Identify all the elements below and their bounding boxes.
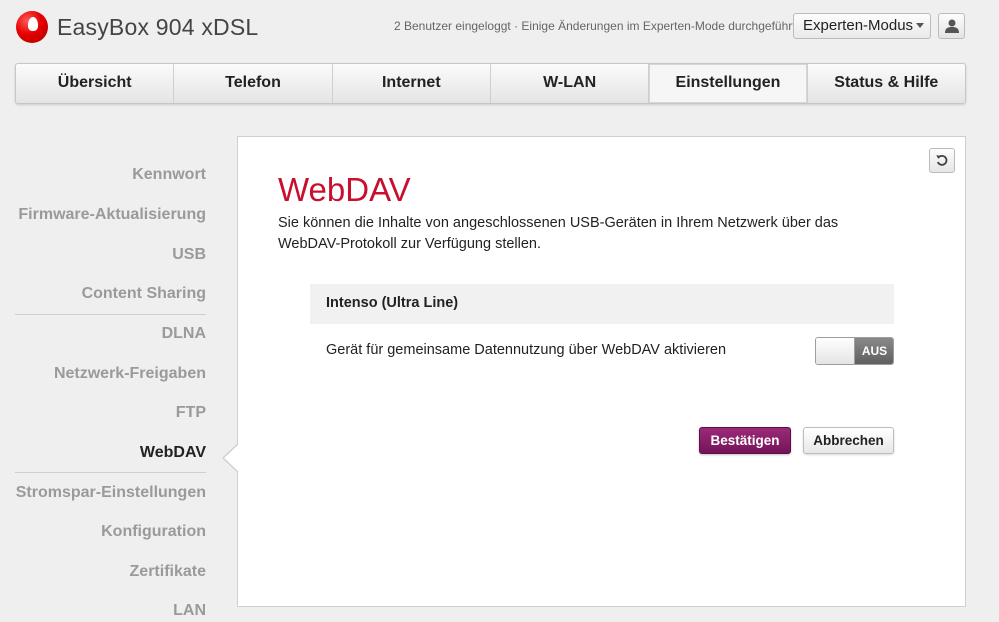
cancel-button[interactable]: Abbrechen (803, 427, 894, 454)
chevron-down-icon (916, 23, 924, 28)
user-icon (945, 19, 959, 33)
tab-uebersicht[interactable]: Übersicht (16, 64, 175, 103)
sidebar-item-lan[interactable]: LAN (173, 602, 206, 620)
sidebar-item-firmware[interactable]: Firmware-Aktualisierung (18, 206, 206, 224)
reset-button[interactable] (929, 148, 955, 173)
page-title: WebDAV (278, 171, 411, 208)
undo-icon (936, 154, 948, 166)
tab-telefon[interactable]: Telefon (174, 64, 333, 103)
sidebar-item-content-sharing[interactable]: Content Sharing (82, 285, 206, 303)
webdav-toggle[interactable]: AUS (815, 337, 894, 365)
confirm-button[interactable]: Bestätigen (699, 427, 791, 454)
sidebar-item-stromspar[interactable]: Stromspar-Einstellungen (16, 484, 206, 502)
sidebar-item-zertifikate[interactable]: Zertifikate (130, 563, 206, 581)
sidebar-item-netzwerk-freigaben[interactable]: Netzwerk-Freigaben (54, 365, 206, 383)
tab-einstellungen[interactable]: Einstellungen (649, 64, 808, 103)
content-panel: WebDAV Sie können die Inhalte von angesc… (237, 136, 966, 607)
login-status-text: 2 Benutzer eingeloggt · Einige Änderunge… (394, 19, 796, 33)
sidebar-item-usb[interactable]: USB (172, 246, 206, 264)
page-description: Sie können die Inhalte von angeschlossen… (278, 215, 839, 252)
mode-select-value: Experten-Modus (803, 17, 914, 34)
device-name: Intenso (Ultra Line) (310, 284, 894, 324)
webdav-option-label: Gerät für gemeinsame Datennutzung über W… (326, 342, 727, 358)
tab-status-hilfe[interactable]: Status & Hilfe (808, 64, 965, 103)
mode-select[interactable]: Experten-Modus (793, 13, 931, 39)
header: EasyBox 904 xDSL 2 Benutzer eingeloggt ·… (0, 0, 999, 58)
sidebar-item-dlna[interactable]: DLNA (162, 325, 206, 343)
tab-wlan[interactable]: W-LAN (491, 64, 650, 103)
panel-pointer-fill (224, 444, 239, 472)
sidebar-item-kennwort[interactable]: Kennwort (132, 166, 206, 184)
main-nav: Übersicht Telefon Internet W-LAN Einstel… (15, 63, 966, 104)
user-button[interactable] (938, 13, 965, 39)
app-title: EasyBox 904 xDSL (57, 14, 259, 40)
toggle-state-label: AUS (855, 338, 893, 364)
sidebar-item-konfiguration[interactable]: Konfiguration (101, 523, 206, 541)
sidebar-divider (15, 314, 206, 315)
toggle-knob (816, 338, 855, 364)
sidebar-item-webdav[interactable]: WebDAV (140, 444, 206, 462)
sidebar-item-ftp[interactable]: FTP (176, 404, 206, 422)
tab-internet[interactable]: Internet (333, 64, 491, 103)
vodafone-logo-icon (16, 11, 48, 43)
sidebar-divider (15, 472, 206, 473)
